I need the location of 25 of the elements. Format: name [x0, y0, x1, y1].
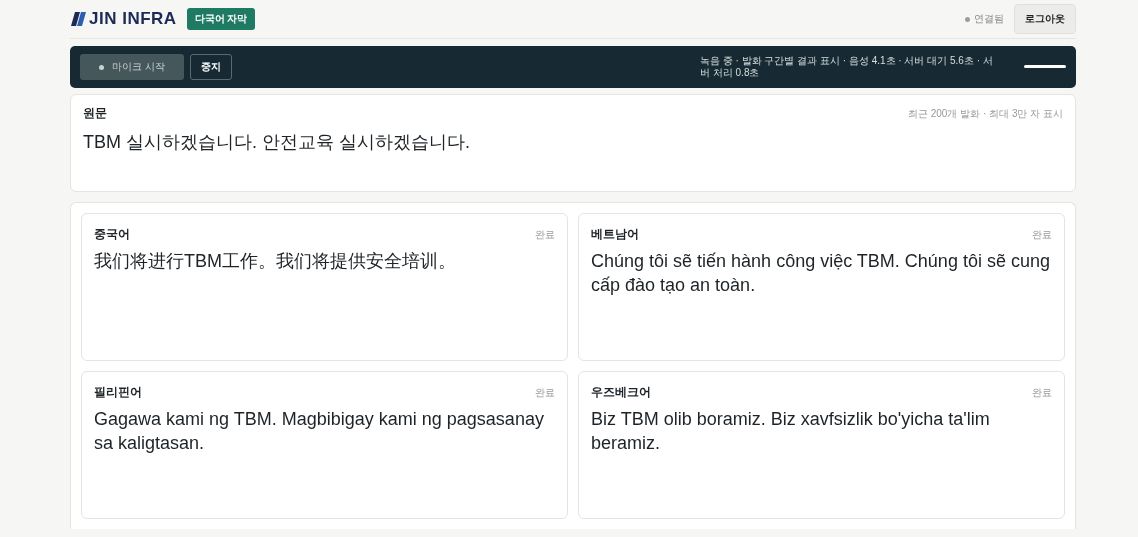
- translation-text: Gagawa kami ng TBM. Magbibigay kami ng pagsasanay sa kaligtasan.: [94, 408, 545, 455]
- language-title: 중국어: [94, 226, 130, 243]
- stop-button[interactable]: 중지: [190, 54, 232, 80]
- dot-icon: [99, 64, 105, 70]
- translation-text: 我们将进行TBM工作。我们将提供安全培训。: [94, 250, 457, 273]
- mode-badge: 다국어 자막: [186, 8, 256, 30]
- history-note: 최근 200개 발화 · 최대 3만 자 표시: [907, 106, 1063, 121]
- status-label: 완료: [535, 227, 555, 242]
- status-label: 완료: [1032, 227, 1052, 242]
- logo-mark-icon: [70, 12, 86, 26]
- language-title: 필리핀어: [94, 384, 142, 401]
- status-label: 완료: [1032, 385, 1052, 400]
- status-text: 녹음 중 · 발화 구간별 결과 표시 · 음성 4.1초 · 서버 대기 5.6초 · 서버 처리 0.8초: [700, 55, 994, 79]
- translation-text: Chúng tôi sẽ tiến hành công việc TBM. Chúng tôi sẽ cung cấp đào tạo an toàn.: [591, 250, 1051, 297]
- connection-status: 연결됨: [965, 12, 1004, 26]
- source-text: TBM 실시하겠습니다. 안전교육 실시하겠습니다.: [83, 131, 471, 154]
- translation-text: Biz TBM olib boramiz. Biz xavfsizlik bo'yicha ta'lim beramiz.: [591, 408, 991, 455]
- logout-button[interactable]: 로그아웃: [1014, 4, 1076, 34]
- level-meter-icon: [1024, 65, 1066, 69]
- language-title: 베트남어: [591, 226, 639, 243]
- mic-start-button[interactable]: 마이크 시작: [80, 54, 184, 80]
- language-title: 우즈베크어: [591, 384, 651, 401]
- card-title: 원문: [83, 105, 107, 122]
- status-label: 완료: [535, 385, 555, 400]
- logo-text: JIN INFRA: [89, 9, 177, 29]
